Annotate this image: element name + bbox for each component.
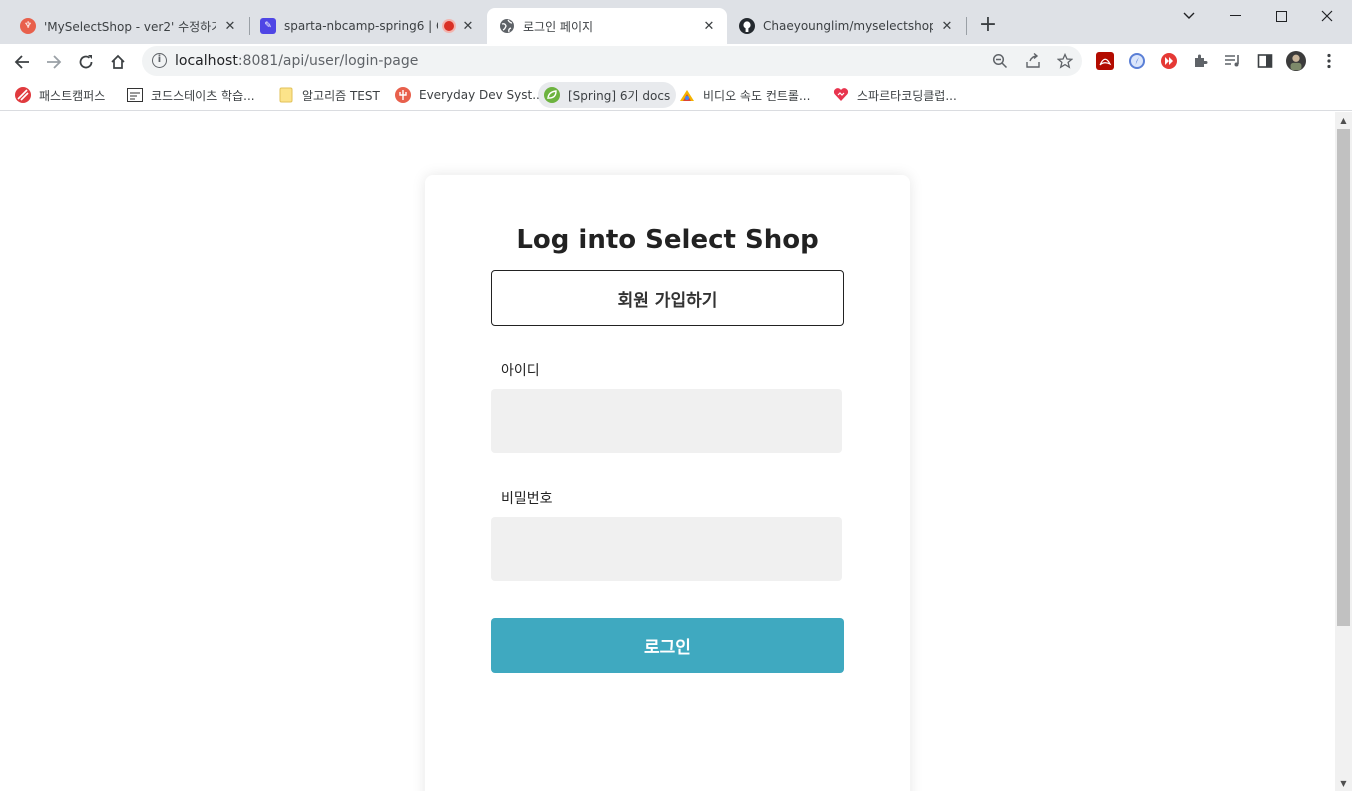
- compass-extension-icon[interactable]: [1127, 51, 1147, 71]
- url-text[interactable]: localhost:8081/api/user/login-page: [175, 53, 418, 69]
- bookmark-label: 코드스테이츠 학습...: [151, 88, 255, 103]
- github-icon: [739, 18, 755, 34]
- close-icon[interactable]: ✕: [460, 18, 476, 34]
- bookmark-label: 스파르타코딩클럽...: [857, 88, 957, 103]
- bookmark-algorithm-test[interactable]: 알고리즘 TEST: [272, 82, 386, 108]
- close-window-icon[interactable]: [1304, 0, 1350, 32]
- username-label: 아이디: [501, 363, 540, 379]
- bookmark-label: 알고리즘 TEST: [302, 88, 380, 103]
- globe-icon: [499, 18, 515, 34]
- bookmark-video-speed[interactable]: 비디오 속도 컨트롤...: [673, 82, 816, 108]
- bookmark-label: 비디오 속도 컨트롤...: [703, 88, 811, 103]
- new-tab-button[interactable]: +: [976, 14, 1000, 38]
- tab-title: 로그인 페이지: [523, 19, 594, 34]
- bookmark-sparta[interactable]: 스파르타코딩클럽...: [827, 82, 963, 108]
- velog-icon: ♆: [20, 18, 36, 34]
- speed-control-icon[interactable]: [1159, 51, 1179, 71]
- bookmark-star-icon[interactable]: [1055, 51, 1075, 71]
- tab-gather[interactable]: ✎ sparta-nbcamp-spring6 | Ga ✕: [248, 8, 486, 44]
- username-input[interactable]: [491, 389, 842, 453]
- tab-title: Chaeyounglim/myselectshop: It: [763, 19, 933, 33]
- vertical-scrollbar[interactable]: ▲ ▼: [1335, 112, 1352, 791]
- signup-button[interactable]: 회원 가입하기: [491, 270, 844, 326]
- side-panel-icon[interactable]: [1255, 51, 1275, 71]
- zoom-icon[interactable]: [990, 51, 1010, 71]
- tab-strip: ♆ 'MySelectShop - ver2' 수정하기 ✕ ✎ sparta-…: [0, 0, 1352, 44]
- address-bar[interactable]: i localhost:8081/api/user/login-page: [142, 46, 1082, 76]
- folder-icon: [278, 87, 294, 103]
- page-title: Log into Select Shop: [516, 225, 819, 255]
- sparta-icon: [833, 87, 849, 103]
- tab-github[interactable]: Chaeyounglim/myselectshop: It ✕: [727, 8, 965, 44]
- media-control-icon[interactable]: [1223, 51, 1243, 71]
- share-icon[interactable]: [1023, 51, 1043, 71]
- velog-icon: [395, 87, 411, 103]
- bookmark-spring-docs[interactable]: [Spring] 6기 docs: [538, 82, 677, 108]
- bookmark-fastcampus[interactable]: 패스트캠퍼스: [9, 82, 111, 108]
- scroll-down-arrow-icon[interactable]: ▼: [1335, 775, 1352, 791]
- tab-title: 'MySelectShop - ver2' 수정하기: [44, 19, 216, 34]
- password-input[interactable]: [491, 517, 842, 581]
- fastcampus-icon: [15, 87, 31, 103]
- extensions-puzzle-icon[interactable]: [1191, 51, 1211, 71]
- menu-kebab-icon[interactable]: [1319, 51, 1339, 71]
- close-icon[interactable]: ✕: [701, 18, 717, 34]
- tab-search-icon[interactable]: [1166, 0, 1212, 32]
- tab-separator: [966, 17, 967, 35]
- tab-velog[interactable]: ♆ 'MySelectShop - ver2' 수정하기 ✕: [8, 8, 248, 44]
- home-icon[interactable]: [104, 48, 132, 76]
- tab-login-page[interactable]: 로그인 페이지 ✕: [487, 8, 727, 44]
- close-icon[interactable]: ✕: [222, 18, 238, 34]
- bookmark-everyday-dev[interactable]: Everyday Dev Syst...: [389, 82, 550, 108]
- chrome-icon: [679, 87, 695, 103]
- site-info-icon[interactable]: i: [152, 53, 167, 68]
- acrobat-icon[interactable]: [1095, 51, 1115, 71]
- url-path: :8081/api/user/login-page: [237, 53, 419, 69]
- toolbar: i localhost:8081/api/user/login-page: [0, 44, 1352, 79]
- login-button[interactable]: 로그인: [491, 618, 844, 673]
- bookmark-label: Everyday Dev Syst...: [419, 88, 544, 102]
- reload-icon[interactable]: [72, 48, 100, 76]
- codestates-icon: [127, 87, 143, 103]
- close-icon[interactable]: ✕: [939, 18, 955, 34]
- back-icon[interactable]: [8, 48, 36, 76]
- scroll-up-arrow-icon[interactable]: ▲: [1335, 112, 1352, 128]
- spring-icon: [544, 87, 560, 103]
- minimize-icon[interactable]: [1212, 0, 1258, 32]
- page-viewport: Log into Select Shop 회원 가입하기 아이디 비밀번호 로그…: [0, 112, 1335, 791]
- bookmarks-bar: 패스트캠퍼스 코드스테이츠 학습... 알고리즘 TEST Everyday D…: [0, 79, 1352, 111]
- bookmark-codestates[interactable]: 코드스테이츠 학습...: [121, 82, 261, 108]
- recording-icon: [444, 21, 454, 31]
- forward-icon[interactable]: [40, 48, 68, 76]
- url-host: localhost: [175, 53, 238, 69]
- bookmark-label: 패스트캠퍼스: [39, 88, 106, 103]
- gather-icon: ✎: [260, 18, 276, 34]
- bookmark-label: [Spring] 6기 docs: [568, 88, 671, 103]
- profile-avatar[interactable]: [1286, 51, 1306, 71]
- login-card: Log into Select Shop 회원 가입하기 아이디 비밀번호 로그…: [425, 175, 910, 791]
- tab-title: sparta-nbcamp-spring6 | Ga: [284, 19, 438, 33]
- maximize-icon[interactable]: [1258, 0, 1304, 32]
- password-label: 비밀번호: [501, 491, 553, 507]
- scroll-thumb[interactable]: [1337, 129, 1350, 626]
